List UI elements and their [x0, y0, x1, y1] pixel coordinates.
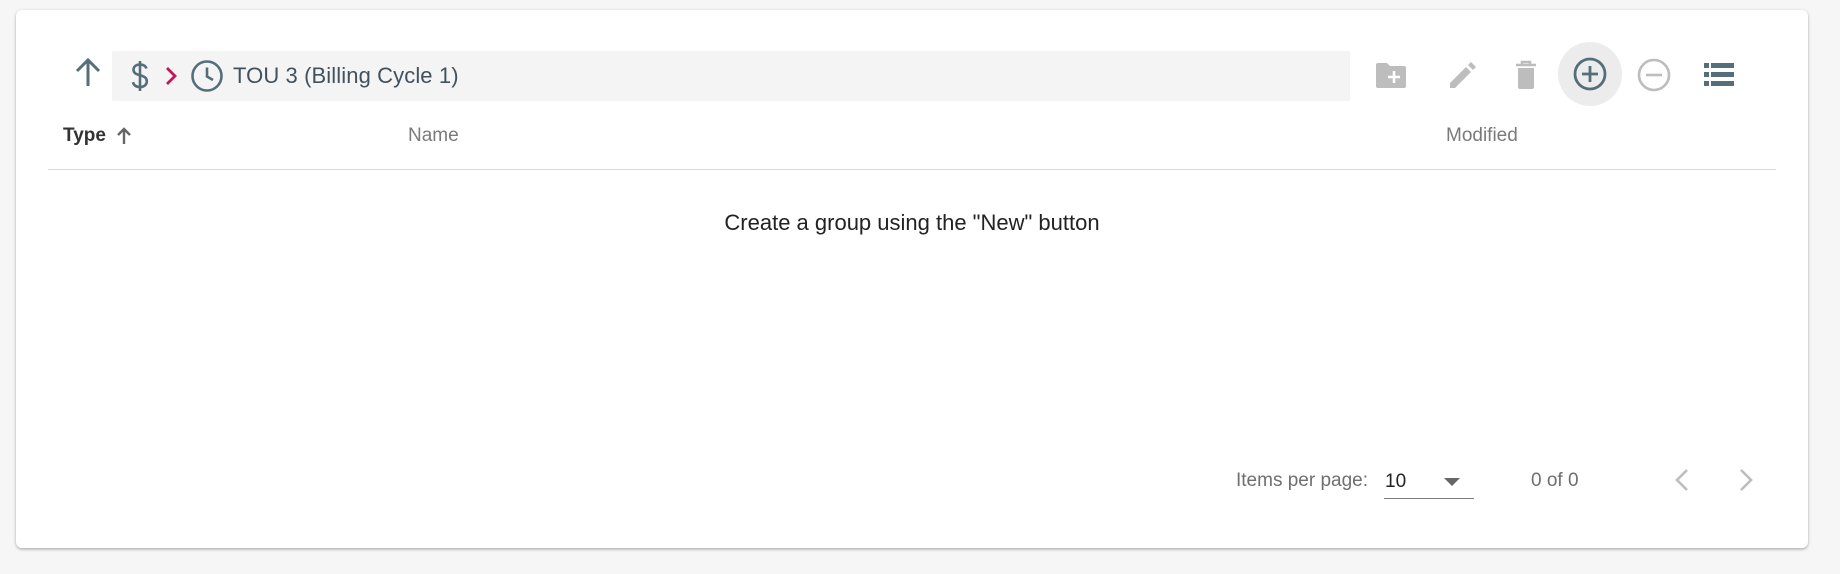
- next-page-button[interactable]: [1724, 458, 1768, 502]
- sort-ascending-icon: [117, 127, 131, 144]
- trash-icon: [1516, 60, 1536, 89]
- breadcrumb: TOU 3 (Billing Cycle 1): [112, 51, 1350, 101]
- clock-icon[interactable]: [190, 59, 224, 93]
- paginator: Items per page: 10 0 of 0: [16, 458, 1808, 499]
- items-per-page-select[interactable]: 10: [1384, 462, 1474, 499]
- column-header-type[interactable]: Type: [63, 125, 132, 147]
- edit-button[interactable]: [1437, 50, 1487, 100]
- column-header-modified[interactable]: Modified: [1446, 125, 1518, 147]
- navigate-up-button[interactable]: [58, 44, 118, 100]
- header-divider: [48, 169, 1776, 170]
- add-button[interactable]: [1558, 42, 1622, 106]
- dropdown-arrow-icon: [1444, 478, 1460, 486]
- breadcrumb-current-title[interactable]: TOU 3 (Billing Cycle 1): [233, 63, 459, 89]
- previous-page-button[interactable]: [1660, 458, 1704, 502]
- plus-circle-icon: [1573, 57, 1607, 91]
- list-view-icon: [1704, 63, 1734, 86]
- chevron-right-icon: [164, 65, 178, 87]
- new-group-button[interactable]: [1366, 50, 1416, 100]
- folder-add-icon: [1376, 63, 1406, 88]
- dollar-icon[interactable]: [130, 59, 150, 93]
- items-per-page-label: Items per page:: [1236, 470, 1369, 491]
- chevron-left-icon: [1675, 469, 1688, 491]
- group-browser-card: TOU 3 (Billing Cycle 1) Type Name Modifi…: [16, 10, 1808, 548]
- minus-circle-icon: [1637, 58, 1671, 92]
- items-per-page-value: 10: [1385, 471, 1407, 492]
- column-header-name[interactable]: Name: [408, 125, 459, 147]
- arrow-up-icon: [75, 57, 101, 86]
- list-view-button[interactable]: [1694, 50, 1744, 100]
- column-header-label: Type: [63, 125, 106, 146]
- page-range-label: 0 of 0: [1531, 470, 1579, 491]
- chevron-right-icon: [1740, 469, 1753, 491]
- remove-button[interactable]: [1629, 50, 1679, 100]
- delete-button[interactable]: [1501, 50, 1551, 100]
- empty-state-message: Create a group using the "New" button: [724, 210, 1100, 235]
- pencil-icon: [1450, 62, 1476, 88]
